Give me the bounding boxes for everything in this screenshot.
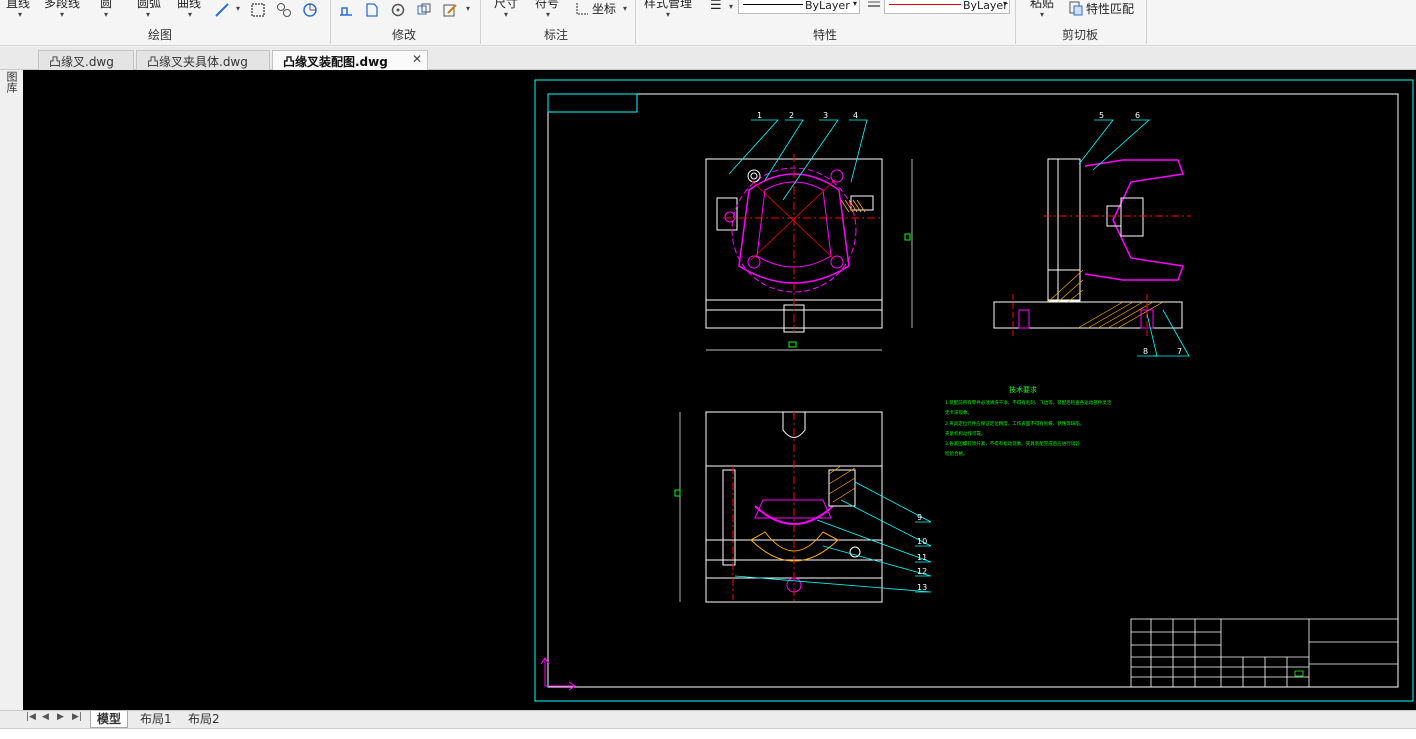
chevron-down-icon[interactable]: ▾ xyxy=(666,10,670,19)
tech-line: 1.装配前所有零件必须清洗干净，不得有毛刺、飞边等。装配后检查各运动部件灵活 xyxy=(945,399,1112,406)
tab-layout2[interactable]: 布局2 xyxy=(182,711,226,728)
chevron-down-icon[interactable]: ▾ xyxy=(623,4,627,13)
tab-label: 凸缘叉装配图.dwg xyxy=(283,55,388,69)
chevron-down-icon[interactable]: ▾ xyxy=(546,10,550,19)
cad-drawing[interactable]: 1 2 3 4 5 6 7 8 9 10 11 12 13 技术要求 1.装配前… xyxy=(23,70,1416,710)
tab-flange-fork[interactable]: 凸缘叉.dwg xyxy=(38,50,134,70)
chevron-down-icon[interactable]: ▾ xyxy=(853,0,857,8)
linetype-value: ByLayer xyxy=(805,0,850,12)
tab-layout1[interactable]: 布局1 xyxy=(134,711,178,728)
color-select[interactable]: ByLayer ▾ xyxy=(884,0,1010,14)
lineweight-icon[interactable] xyxy=(866,0,882,14)
chevron-down-icon[interactable]: ▾ xyxy=(1003,0,1007,8)
match-properties-icon[interactable] xyxy=(1068,0,1084,16)
modify-group-title: 修改 xyxy=(392,28,417,42)
next-layout-icon[interactable]: ▶ xyxy=(57,712,64,722)
chevron-down-icon[interactable]: ▾ xyxy=(188,10,192,19)
front-view xyxy=(705,154,913,351)
tab-model[interactable]: 模型 xyxy=(90,711,129,728)
library-label[interactable]: 图库 xyxy=(5,71,18,93)
chevron-down-icon[interactable]: ▾ xyxy=(1040,10,1044,19)
tech-line: 无卡滞现象。 xyxy=(945,409,972,416)
clipboard-group-title: 剪切板 xyxy=(1062,28,1099,42)
part-number: 3 xyxy=(823,111,828,120)
part-number: 12 xyxy=(917,567,927,576)
ucs-icon xyxy=(540,657,576,691)
chevron-down-icon[interactable]: ▾ xyxy=(146,10,150,19)
part-number: 4 xyxy=(853,111,858,120)
part-number: 10 xyxy=(917,537,927,546)
draw-group-title: 绘图 xyxy=(148,28,173,42)
tab-label: 凸缘叉夹具体.dwg xyxy=(147,55,248,69)
technical-requirements: 技术要求 1.装配前所有零件必须清洗干净，不得有毛刺、飞边等。装配后检查各运动部… xyxy=(945,385,1112,457)
part-number: 6 xyxy=(1135,111,1140,120)
linestyle-list-icon[interactable]: ☰ xyxy=(710,0,722,13)
drawing-canvas[interactable]: 1 2 3 4 5 6 7 8 9 10 11 12 13 技术要求 1.装配前… xyxy=(23,70,1416,710)
tech-line: 检验合格。 xyxy=(945,450,968,457)
part-number: 11 xyxy=(917,553,927,562)
edit-icon[interactable] xyxy=(442,2,458,18)
hatch-icon[interactable] xyxy=(276,2,292,18)
rectangle-icon[interactable] xyxy=(250,2,266,18)
part-number: 5 xyxy=(1099,111,1104,120)
layout-tab-bar: |◀ ◀ ▶ ▶| 模型 布局1 布局2 xyxy=(0,710,1416,728)
mirror-icon[interactable] xyxy=(364,2,380,18)
match-properties-label[interactable]: 特性匹配 xyxy=(1086,0,1134,17)
chevron-down-icon[interactable]: ▾ xyxy=(18,10,22,19)
tab-label: 凸缘叉.dwg xyxy=(49,55,114,69)
part-numbers: 1 2 3 4 5 6 7 8 9 10 11 12 13 xyxy=(757,111,1182,592)
annotate-group-title: 标注 xyxy=(544,28,569,42)
last-layout-icon[interactable]: ▶| xyxy=(72,712,82,722)
chevron-down-icon[interactable]: ▾ xyxy=(466,4,470,13)
pen-line-icon[interactable] xyxy=(214,2,230,18)
tech-line: 2.夹具定位元件应保证定位精度，工作表面不得有划痕、锈蚀等缺陷， xyxy=(945,420,1084,427)
first-layout-icon[interactable]: |◀ xyxy=(26,712,36,722)
part-number: 2 xyxy=(789,111,794,120)
coordinate-tool-label[interactable]: 坐标 xyxy=(592,0,616,17)
prev-layout-icon[interactable]: ◀ xyxy=(42,712,49,722)
tech-line: 3.各紧固螺钉须拧紧，不得有松动现象。夹具装配完成后应进行试验 xyxy=(945,440,1080,447)
array-icon[interactable] xyxy=(416,2,432,18)
tab-flange-fork-assembly[interactable]: 凸缘叉装配图.dwg ✕ xyxy=(272,50,428,70)
part-number: 9 xyxy=(917,513,922,522)
rotate-icon[interactable] xyxy=(390,2,406,18)
title-block xyxy=(1130,618,1399,688)
chevron-down-icon[interactable]: ▾ xyxy=(236,4,240,13)
region-icon[interactable] xyxy=(302,2,318,18)
part-number: 1 xyxy=(757,111,762,120)
coordinate-icon[interactable] xyxy=(574,1,590,17)
sheet-outer-frame xyxy=(534,79,1414,702)
close-icon[interactable]: ✕ xyxy=(412,52,422,66)
tab-flange-fork-fixture-body[interactable]: 凸缘叉夹具体.dwg xyxy=(136,50,270,70)
sheet-inner-frame xyxy=(547,93,1399,688)
document-tab-bar: 凸缘叉.dwg 凸缘叉夹具体.dwg 凸缘叉装配图.dwg ✕ xyxy=(0,47,1416,70)
tech-title: 技术要求 xyxy=(1009,385,1037,394)
offset-icon[interactable] xyxy=(338,2,354,18)
command-line[interactable] xyxy=(0,728,1416,739)
tech-line: 夹紧机构动作可靠。 xyxy=(945,430,986,437)
chevron-down-icon[interactable]: ▾ xyxy=(504,10,508,19)
linetype-select[interactable]: ByLayer ▾ xyxy=(738,0,860,14)
chevron-down-icon[interactable]: ▾ xyxy=(729,2,733,11)
ribbon: 直线 多段线 圆 圆弧 曲线 ▾ ▾ ▾ ▾ ▾ ▾ 绘图 ▾ 修改 尺寸 符号… xyxy=(0,0,1416,46)
chevron-down-icon[interactable]: ▾ xyxy=(104,10,108,19)
part-number: 7 xyxy=(1177,347,1182,356)
left-tool-strip: 图库 xyxy=(0,47,23,711)
properties-group-title: 特性 xyxy=(813,28,838,42)
color-value: ByLayer xyxy=(963,0,1008,12)
code-box xyxy=(547,93,638,113)
part-number: 8 xyxy=(1143,347,1148,356)
chevron-down-icon[interactable]: ▾ xyxy=(60,10,64,19)
part-number: 13 xyxy=(917,583,927,592)
side-view xyxy=(993,158,1191,338)
leader-lines xyxy=(728,119,1190,593)
section-view xyxy=(674,411,883,603)
